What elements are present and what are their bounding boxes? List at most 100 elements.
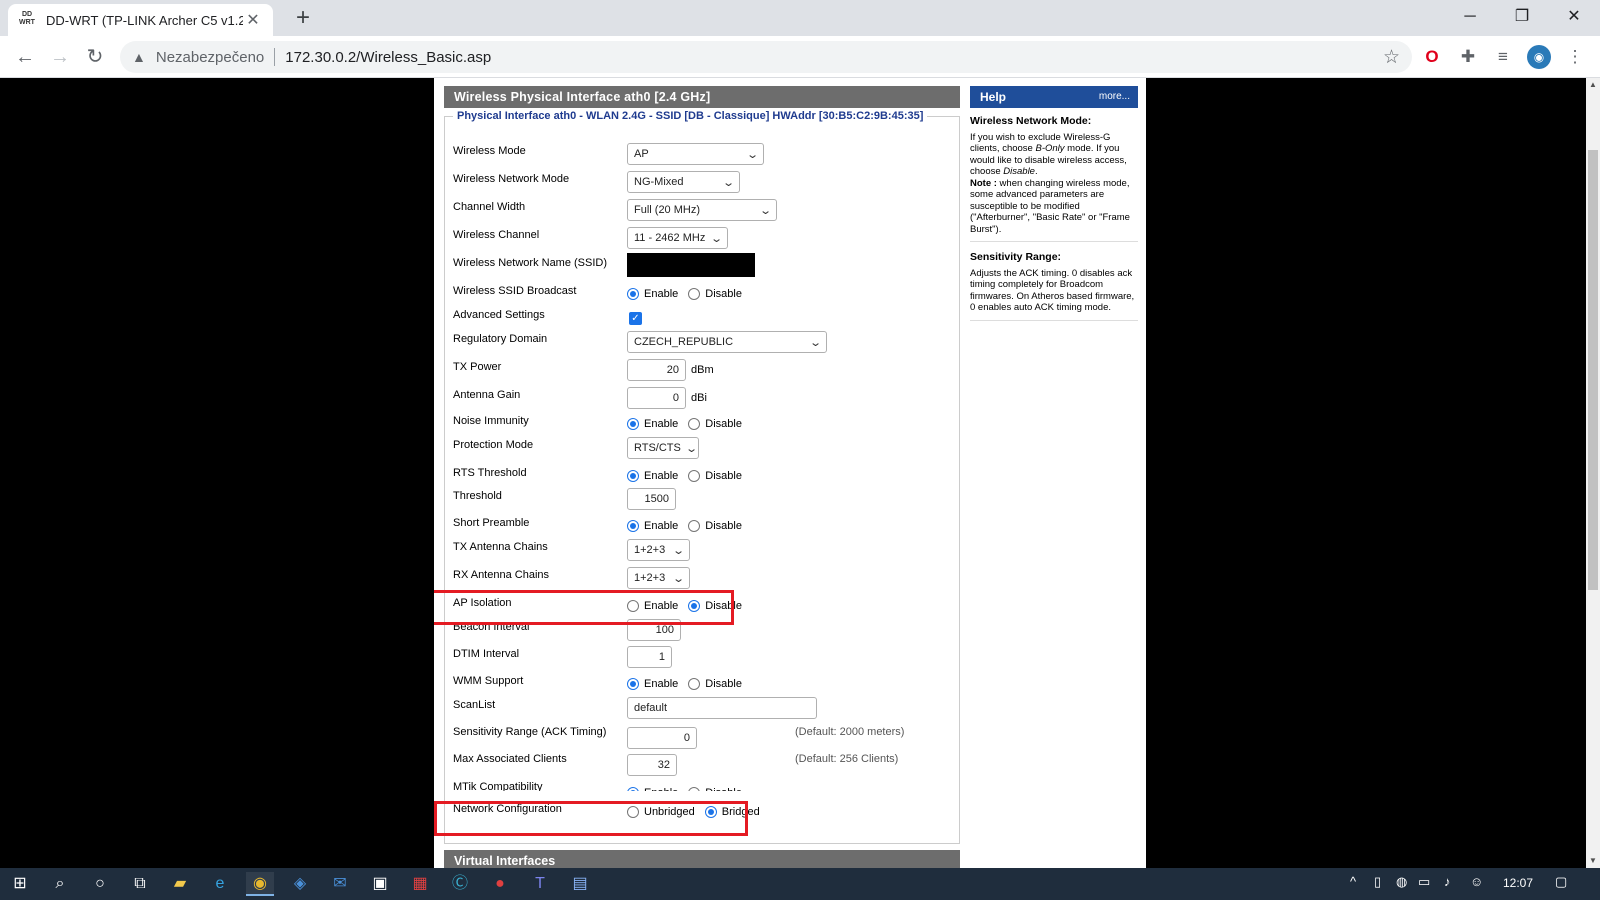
advanced-settings-label: Advanced Settings [453,309,545,321]
omnibox-separator [274,48,276,66]
threshold-input[interactable]: 1500 [627,488,676,510]
forward-icon[interactable]: → [47,44,73,70]
rts-threshold-label: RTS Threshold [453,467,527,479]
noise-immunity-disable-radio[interactable] [688,418,701,430]
page-scrollbar[interactable]: ▲ ▼ [1586,78,1600,868]
wireless-mode-select[interactable]: AP ⌄ [627,143,764,165]
wireless-channel-select[interactable]: 11 - 2462 MHz ⌄ [627,227,728,249]
file-explorer-icon[interactable]: ▰ [166,872,194,896]
reload-icon[interactable]: ↻ [82,44,108,70]
opera-extension-icon[interactable]: O [1420,45,1444,69]
rts-threshold-enable-radio[interactable] [627,470,639,482]
tray-chevron-up-icon[interactable]: ^ [1350,874,1356,889]
advanced-settings-checkbox[interactable]: ✓ [629,311,642,325]
red-app-icon[interactable]: ● [486,872,514,896]
network-globe-icon[interactable]: ◍ [1396,874,1407,890]
rx-chains-select[interactable]: 1+2+3 ⌄ [627,567,690,589]
short-preamble-enable-radio[interactable] [627,520,639,532]
radio-label: Disable [705,520,742,532]
row-short-preamble: Short Preamble Enable Disable [445,517,959,543]
help-divider [970,241,1138,242]
cortana-icon[interactable]: ○ [86,872,114,896]
task-view-icon[interactable]: ⧉ [126,872,154,896]
volume-icon[interactable]: ♪ [1444,874,1451,889]
antenna-gain-input[interactable]: 0 [627,387,686,409]
radio-label: Enable [644,520,679,532]
chrome-icon[interactable]: ◉ [246,872,274,896]
help-more-link[interactable]: more... [1099,86,1130,108]
rts-threshold-disable-radio[interactable] [688,470,701,482]
chevron-down-icon: ⌄ [671,544,685,557]
tab-close-icon[interactable]: ✕ [243,10,263,30]
back-icon[interactable]: ← [12,44,38,70]
wmm-disable-radio[interactable] [688,678,701,690]
noise-immunity-enable-radio[interactable] [627,418,639,430]
row-wireless-mode: Wireless Mode AP ⌄ [445,143,959,171]
sensitivity-range-input[interactable]: 0 [627,727,697,749]
outlook-icon[interactable]: ◈ [286,872,314,896]
fieldset-legend: Physical Interface ath0 - WLAN 2.4G - SS… [453,110,928,122]
row-ssid: Wireless Network Name (SSID) [445,253,959,283]
url-text: 172.30.0.2/Wireless_Basic.asp [285,48,492,66]
row-wireless-channel: Wireless Channel 11 - 2462 MHz ⌄ [445,227,959,255]
tx-chains-select[interactable]: 1+2+3 ⌄ [627,539,690,561]
calculator-icon[interactable]: ▤ [566,872,594,896]
notifications-icon[interactable]: ▢ [1555,874,1567,890]
extensions-puzzle-icon[interactable]: ✚ [1456,45,1480,69]
taskbar-clock[interactable]: 12:07 [1503,876,1533,890]
regulatory-domain-value: CZECH_REPUBLIC [634,336,734,348]
max-clients-input[interactable]: 32 [627,754,677,776]
browser-tab[interactable]: DD WRT DD-WRT (TP-LINK Archer C5 v1.2 ✕ [8,4,273,36]
network-mode-select[interactable]: NG-Mixed ⌄ [627,171,740,193]
battery-icon[interactable]: ▯ [1374,874,1381,890]
ssid-broadcast-label: Wireless SSID Broadcast [453,285,577,297]
regulatory-domain-select[interactable]: CZECH_REPUBLIC ⌄ [627,331,827,353]
address-bar[interactable]: ▲ Nezabezpečeno 172.30.0.2/Wireless_Basi… [120,41,1412,73]
minimize-icon[interactable]: ─ [1445,2,1495,32]
profile-avatar-icon[interactable]: ◉ [1527,45,1551,69]
mtik-enable-radio[interactable] [627,787,639,791]
edge-icon[interactable]: e [206,872,234,896]
short-preamble-disable-radio[interactable] [688,520,701,532]
restore-icon[interactable]: ❐ [1497,2,1547,32]
dtim-interval-input[interactable]: 1 [627,646,672,668]
scanlist-input[interactable]: default [627,697,817,719]
menu-kebab-icon[interactable]: ⋮ [1563,45,1587,69]
teams-icon[interactable]: T [526,872,554,896]
ssid-broadcast-enable-radio[interactable] [627,288,639,300]
tab-title: DD-WRT (TP-LINK Archer C5 v1.2 [46,12,243,28]
ssid-broadcast-disable-radio[interactable] [688,288,701,300]
panel-title: Wireless Physical Interface ath0 [2.4 GH… [444,86,960,108]
max-clients-label: Max Associated Clients [453,753,567,765]
channel-width-select[interactable]: Full (20 MHz) ⌄ [627,199,777,221]
teams-tray-icon[interactable]: ☺ [1470,874,1483,889]
row-mtik-compatibility: MTik Compatibility Enable Disable [445,781,959,791]
search-icon[interactable]: ⌕ [46,872,74,896]
mail-icon[interactable]: ✉ [326,872,354,896]
protection-mode-select[interactable]: RTS/CTS ⌄ [627,437,699,459]
media-queue-icon[interactable]: ≡ [1491,45,1515,69]
wireless-mode-label: Wireless Mode [453,145,526,157]
scroll-down-icon[interactable]: ▼ [1586,854,1600,868]
ccleaner-icon[interactable]: Ⓒ [446,872,474,896]
gift-app-icon[interactable]: ▦ [406,872,434,896]
chevron-down-icon: ⌄ [808,336,822,349]
virtual-interfaces-title: Virtual Interfaces [444,850,960,868]
store-icon[interactable]: ▣ [366,872,394,896]
protection-mode-label: Protection Mode [453,439,534,451]
protection-mode-value: RTS/CTS [634,442,681,454]
scroll-thumb[interactable] [1588,150,1598,590]
mtik-disable-radio[interactable] [688,787,701,791]
channel-width-label: Channel Width [453,201,526,213]
tx-power-input[interactable]: 20 [627,359,686,381]
windows-start-icon[interactable]: ⊞ [6,872,34,896]
close-window-icon[interactable]: ✕ [1549,2,1599,32]
display-icon[interactable]: ▭ [1418,874,1430,890]
ssid-input-redacted[interactable] [627,253,755,277]
wmm-enable-radio[interactable] [627,678,639,690]
dtim-interval-label: DTIM Interval [453,648,520,660]
new-tab-icon[interactable]: + [288,4,318,34]
scroll-up-icon[interactable]: ▲ [1586,78,1600,92]
bookmark-star-icon[interactable]: ☆ [1383,46,1400,69]
wireless-channel-value: 11 - 2462 MHz [634,232,706,244]
